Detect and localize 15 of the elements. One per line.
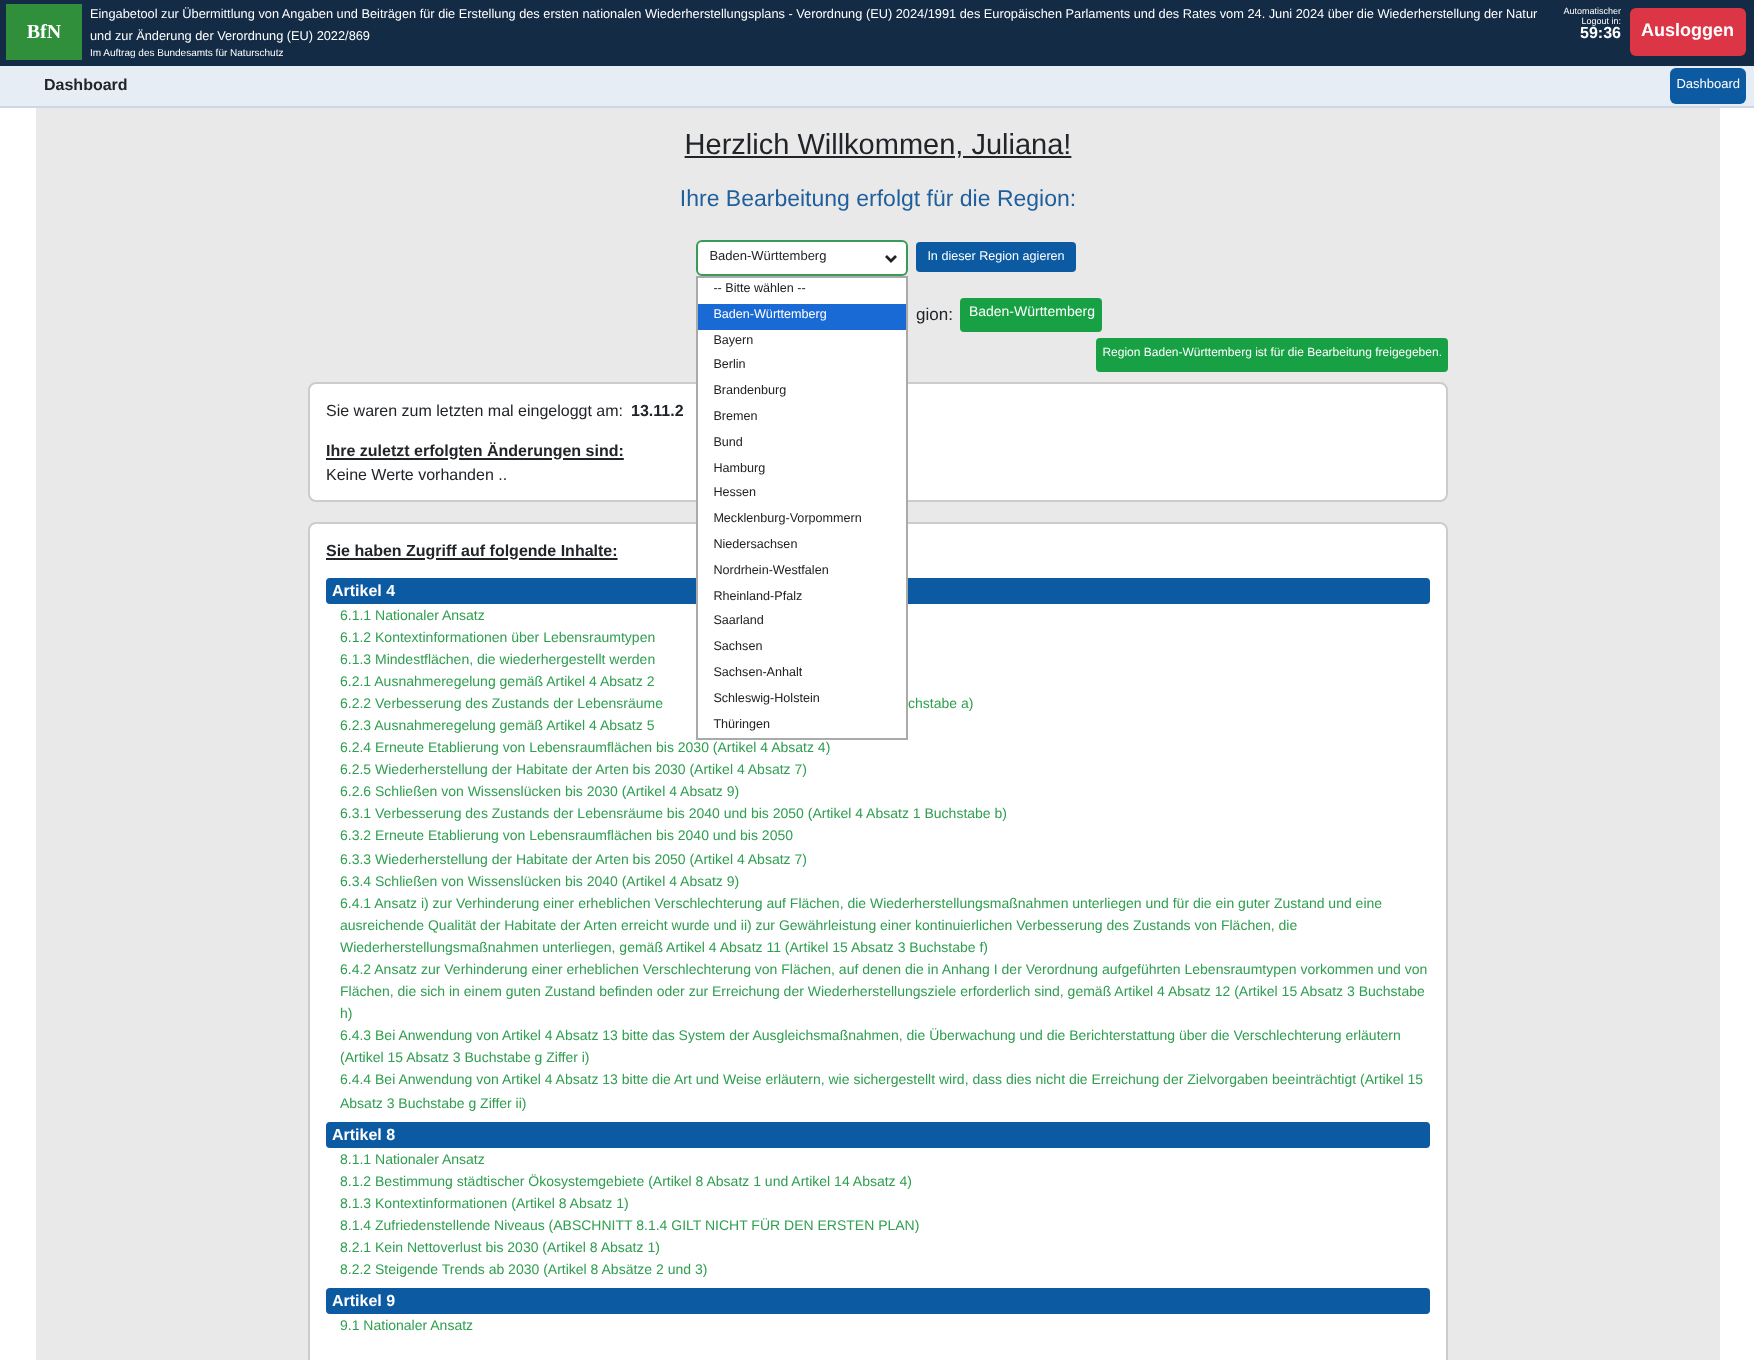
welcome-heading: Herzlich Willkommen, Juliana! bbox=[682, 128, 1074, 166]
last-login-label: Sie waren zum letzten mal eingeloggt am: bbox=[326, 401, 624, 419]
access-heading: Sie haben Zugriff auf folgende Inhalte: bbox=[326, 539, 618, 563]
chevron-icon bbox=[883, 253, 898, 263]
logout-button[interactable]: Ausloggen bbox=[1629, 8, 1746, 55]
page-title: Dashboard bbox=[44, 74, 128, 98]
section-header: Artikel 9 bbox=[326, 1288, 1430, 1315]
region-prompt: Ihre Bearbeitung erfolgt für die Region: bbox=[677, 186, 1079, 214]
changes-text: Keine Werte vorhanden .. bbox=[326, 463, 508, 487]
last-login-date: 13.11.2 bbox=[631, 401, 684, 419]
logout-timer: 59:36 bbox=[1580, 24, 1621, 42]
current-region-label: gion: bbox=[916, 301, 953, 328]
logo: BfN bbox=[6, 4, 82, 60]
section-header: Artikel 8 bbox=[326, 1121, 1430, 1148]
changes-heading: Ihre zuletzt erfolgten Änderungen sind: bbox=[326, 439, 624, 463]
